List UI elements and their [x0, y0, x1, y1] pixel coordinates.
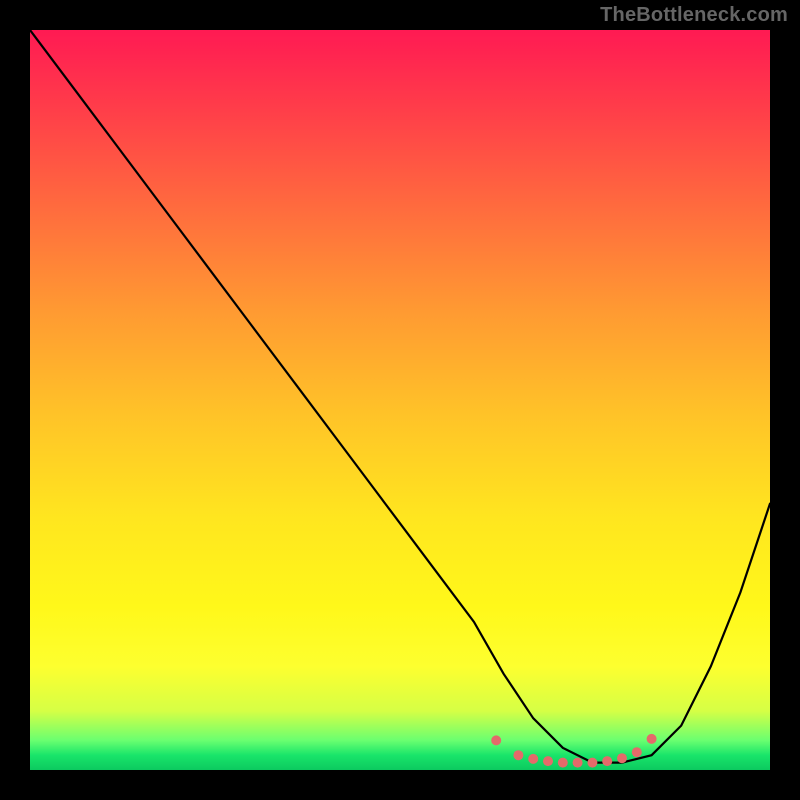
baseline-band: [30, 750, 770, 770]
watermark-text: TheBottleneck.com: [600, 4, 788, 27]
plot-area: [30, 30, 770, 770]
marker-dot: [647, 734, 657, 744]
chart-frame: TheBottleneck.com: [0, 0, 800, 800]
curve-svg: [30, 30, 770, 770]
bottleneck-curve: [30, 30, 770, 763]
marker-dot: [491, 735, 501, 745]
